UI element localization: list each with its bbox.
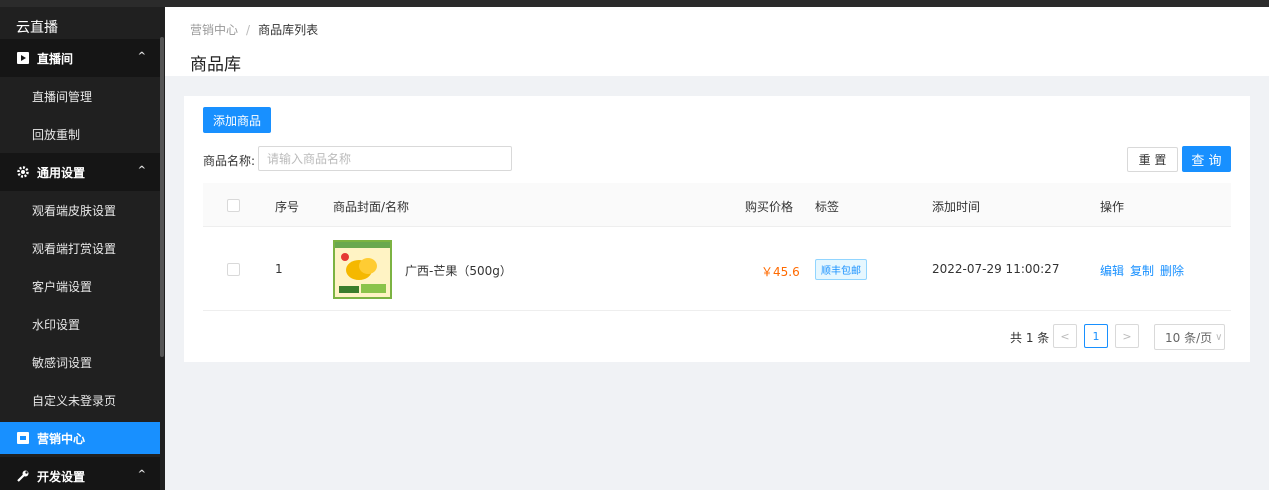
product-tag-badge: 顺丰包邮 xyxy=(815,259,867,280)
page-size-value: 10 条/页 xyxy=(1165,330,1213,345)
breadcrumb-current: 商品库列表 xyxy=(258,23,319,37)
delete-link[interactable]: 删除 xyxy=(1160,264,1184,278)
table-row: 1 广西-芒果（500g） ￥45.6 顺丰包邮 2022-07-29 11:0… xyxy=(203,227,1231,311)
sidebar-group-live-room[interactable]: 直播间 ^ xyxy=(0,39,160,77)
select-all-checkbox[interactable] xyxy=(227,199,240,212)
row-index: 1 xyxy=(275,262,283,276)
product-library-card: 添加商品 商品名称: 重 置 查 询 序号 商品封面/名称 购买价格 标签 添加… xyxy=(184,96,1250,362)
shop-icon xyxy=(16,432,29,445)
sidebar-item-label: 营销中心 xyxy=(37,431,86,446)
sidebar-item-replay-remake[interactable]: 回放重制 xyxy=(0,115,160,153)
edit-link[interactable]: 编辑 xyxy=(1100,264,1124,278)
sidebar-group-general-settings[interactable]: 通用设置 ^ xyxy=(0,153,160,191)
page-header: 营销中心 / 商品库列表 商品库 xyxy=(165,7,1269,76)
chevron-down-icon: ∨ xyxy=(1215,331,1223,343)
sidebar-item-viewer-reward[interactable]: 观看端打赏设置 xyxy=(0,229,160,267)
add-product-button[interactable]: 添加商品 xyxy=(203,107,271,133)
row-actions: 编辑 复制 删除 xyxy=(1100,262,1190,279)
reset-button[interactable]: 重 置 xyxy=(1127,147,1178,172)
query-button[interactable]: 查 询 xyxy=(1182,146,1231,172)
column-header-cover-name: 商品封面/名称 xyxy=(333,200,410,214)
sidebar-group-label: 直播间 xyxy=(37,51,74,66)
column-header-time: 添加时间 xyxy=(932,200,981,214)
sidebar-item-watermark[interactable]: 水印设置 xyxy=(0,305,160,343)
product-name-label: 商品名称: xyxy=(203,154,256,168)
sidebar: 云直播 直播间 ^ 直播间管理 回放重制 通用设置 ^ 观看端皮肤设置 观看端打… xyxy=(0,7,165,490)
pagination-total: 共 1 条 xyxy=(1010,330,1050,345)
table-header: 序号 商品封面/名称 购买价格 标签 添加时间 操作 xyxy=(203,183,1231,227)
pagination-prev-button[interactable]: < xyxy=(1053,324,1077,348)
column-header-price: 购买价格 xyxy=(745,200,794,214)
breadcrumb-separator: / xyxy=(246,23,251,37)
page-title: 商品库 xyxy=(190,55,241,75)
sidebar-item-marketing-center[interactable]: 营销中心 xyxy=(0,422,160,454)
pagination-page-1[interactable]: 1 xyxy=(1084,324,1108,348)
sidebar-group-label: 开发设置 xyxy=(37,469,86,484)
pagination-next-button[interactable]: > xyxy=(1115,324,1139,348)
sidebar-item-custom-login-page[interactable]: 自定义未登录页 xyxy=(0,381,160,419)
copy-link[interactable]: 复制 xyxy=(1130,264,1154,278)
breadcrumb-parent[interactable]: 营销中心 xyxy=(190,23,238,37)
page-size-select[interactable]: 10 条/页 ∨ xyxy=(1154,324,1225,350)
product-added-time: 2022-07-29 11:00:27 xyxy=(932,262,1060,276)
gear-icon xyxy=(16,166,29,179)
sidebar-group-dev-settings[interactable]: 开发设置 ^ xyxy=(0,457,160,490)
chevron-up-icon: ^ xyxy=(137,51,146,62)
column-header-actions: 操作 xyxy=(1100,200,1125,214)
product-cover-image[interactable] xyxy=(333,240,392,299)
wrench-icon xyxy=(16,470,29,483)
sidebar-item-sensitive-words[interactable]: 敏感词设置 xyxy=(0,343,160,381)
top-bar xyxy=(0,0,1269,7)
sidebar-item-client-settings[interactable]: 客户端设置 xyxy=(0,267,160,305)
chevron-up-icon: ^ xyxy=(137,469,146,480)
product-name-input[interactable] xyxy=(258,146,512,171)
product-price: ￥45.6 xyxy=(761,265,800,279)
breadcrumb: 营销中心 / 商品库列表 xyxy=(190,21,318,38)
column-header-tag: 标签 xyxy=(815,200,840,214)
sidebar-item-live-room-manage[interactable]: 直播间管理 xyxy=(0,77,160,115)
row-checkbox[interactable] xyxy=(227,263,240,276)
chevron-up-icon: ^ xyxy=(137,165,146,176)
product-name: 广西-芒果（500g） xyxy=(405,264,512,278)
column-header-index: 序号 xyxy=(275,200,300,214)
sidebar-scrollbar[interactable] xyxy=(160,37,164,357)
sidebar-group-label: 通用设置 xyxy=(37,165,86,180)
sidebar-item-viewer-skin[interactable]: 观看端皮肤设置 xyxy=(0,191,160,229)
play-icon xyxy=(16,52,29,65)
app-title: 云直播 xyxy=(16,20,58,36)
